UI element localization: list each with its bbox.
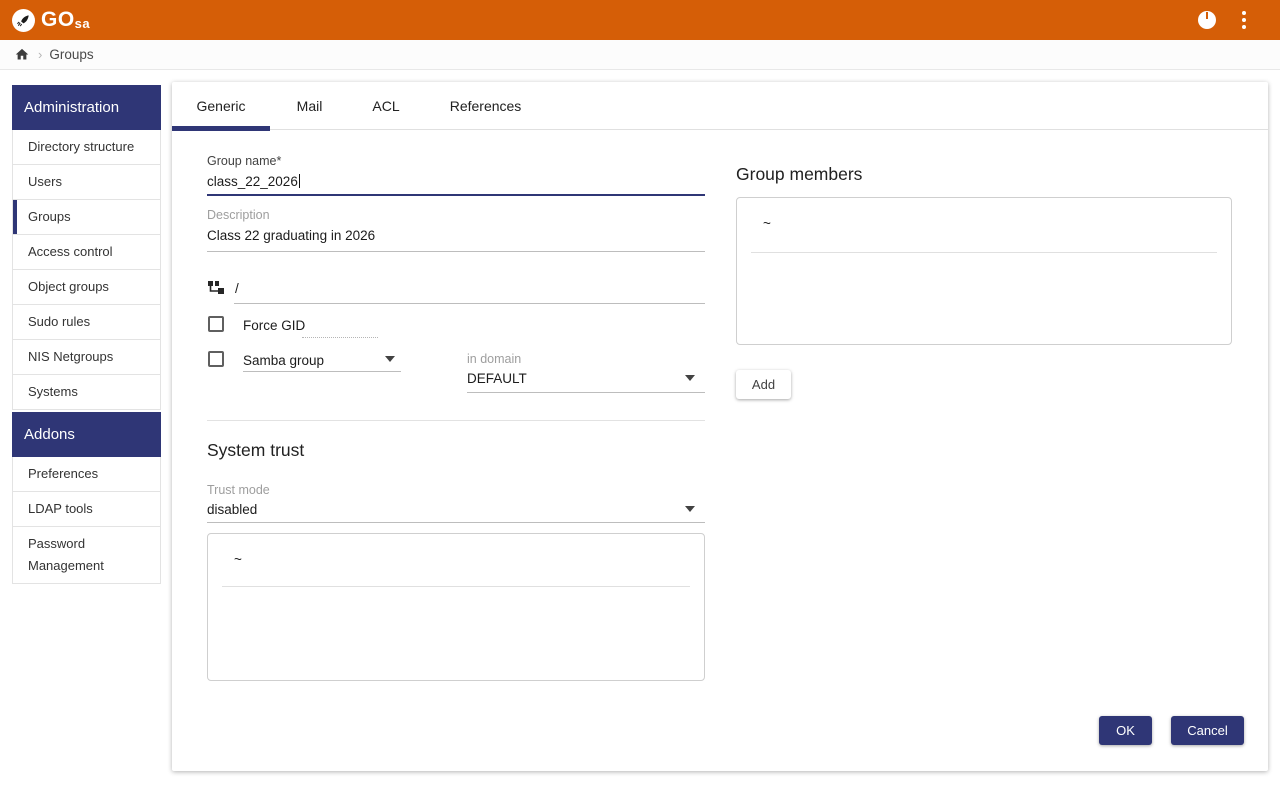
trusted-systems-list[interactable]: ~: [207, 533, 705, 681]
in-domain-select[interactable]: DEFAULT: [467, 371, 527, 386]
system-trust-heading: System trust: [207, 440, 305, 460]
sidebar-item-systems[interactable]: Systems: [13, 375, 160, 409]
breadcrumb: › Groups: [0, 40, 1280, 70]
base-input[interactable]: /: [235, 281, 239, 296]
base-tree-icon[interactable]: [208, 279, 225, 301]
group-name-underline: [207, 194, 705, 196]
base-underline: [234, 303, 705, 304]
list-row-divider: [751, 252, 1217, 253]
group-members-list[interactable]: ~: [736, 197, 1232, 345]
ok-button[interactable]: OK: [1099, 716, 1152, 745]
sidebar-item-nis-netgroups[interactable]: NIS Netgroups: [13, 340, 160, 375]
description-label: Description: [207, 208, 270, 222]
group-members-heading: Group members: [736, 164, 863, 184]
tab-bar: Generic Mail ACL References: [172, 82, 1268, 130]
sidebar-item-preferences[interactable]: Preferences: [13, 457, 160, 492]
breadcrumb-separator: ›: [38, 47, 43, 62]
trusted-systems-placeholder: ~: [234, 552, 242, 567]
app-header: GOsa: [0, 0, 1280, 40]
overflow-menu-icon[interactable]: [1238, 9, 1250, 31]
add-member-button[interactable]: Add: [736, 370, 791, 399]
home-icon[interactable]: [14, 47, 30, 62]
tab-acl[interactable]: ACL: [349, 82, 423, 130]
force-gid-label: Force GID: [243, 318, 306, 333]
tab-references[interactable]: References: [423, 82, 548, 130]
tab-generic[interactable]: Generic: [172, 82, 270, 130]
samba-group-checkbox[interactable]: [208, 351, 224, 367]
group-members-placeholder: ~: [763, 216, 771, 231]
trust-mode-dropdown-arrow-icon[interactable]: [685, 506, 695, 512]
trust-mode-select[interactable]: disabled: [207, 502, 257, 517]
in-domain-underline: [467, 392, 705, 393]
sidebar-item-ldap-tools[interactable]: LDAP tools: [13, 492, 160, 527]
samba-group-dropdown-arrow-icon[interactable]: [385, 356, 395, 362]
sidebar-item-users[interactable]: Users: [13, 165, 160, 200]
breadcrumb-current[interactable]: Groups: [49, 47, 93, 62]
brand-text: GOsa: [41, 8, 91, 31]
gosa-rocket-icon: [12, 8, 35, 32]
gosa-logo: GOsa: [12, 8, 90, 32]
sidebar-section-addons: Addons: [12, 412, 161, 457]
active-tab-indicator: [172, 126, 270, 131]
sidebar-item-object-groups[interactable]: Object groups: [13, 270, 160, 305]
section-divider: [207, 420, 705, 421]
force-gid-field-underline: [302, 337, 378, 338]
samba-group-select[interactable]: Samba group: [243, 353, 324, 368]
sidebar-section-administration: Administration: [12, 85, 161, 130]
sidebar-item-directory-structure[interactable]: Directory structure: [13, 130, 160, 165]
cancel-button[interactable]: Cancel: [1171, 716, 1244, 745]
sidebar-item-groups[interactable]: Groups: [13, 200, 160, 235]
session-timer-icon[interactable]: [1198, 11, 1216, 29]
in-domain-dropdown-arrow-icon[interactable]: [685, 375, 695, 381]
description-input[interactable]: Class 22 graduating in 2026: [207, 228, 375, 243]
group-name-label: Group name*: [207, 154, 282, 168]
list-row-divider: [222, 586, 690, 587]
sidebar-item-password-management[interactable]: Password Management: [13, 527, 160, 583]
sidebar-item-sudo-rules[interactable]: Sudo rules: [13, 305, 160, 340]
force-gid-checkbox[interactable]: [208, 316, 224, 332]
samba-group-underline: [243, 371, 401, 372]
text-cursor: [298, 174, 300, 188]
tab-mail[interactable]: Mail: [270, 82, 349, 130]
in-domain-label: in domain: [467, 352, 522, 366]
group-editor-panel: Generic Mail ACL References Group name* …: [172, 82, 1268, 771]
trust-mode-label: Trust mode: [207, 483, 270, 497]
trust-mode-underline: [207, 522, 705, 523]
description-underline: [207, 251, 705, 252]
sidebar-item-access-control[interactable]: Access control: [13, 235, 160, 270]
group-name-input[interactable]: class_22_2026: [207, 174, 300, 189]
sidebar: Administration Directory structure Users…: [12, 85, 161, 584]
